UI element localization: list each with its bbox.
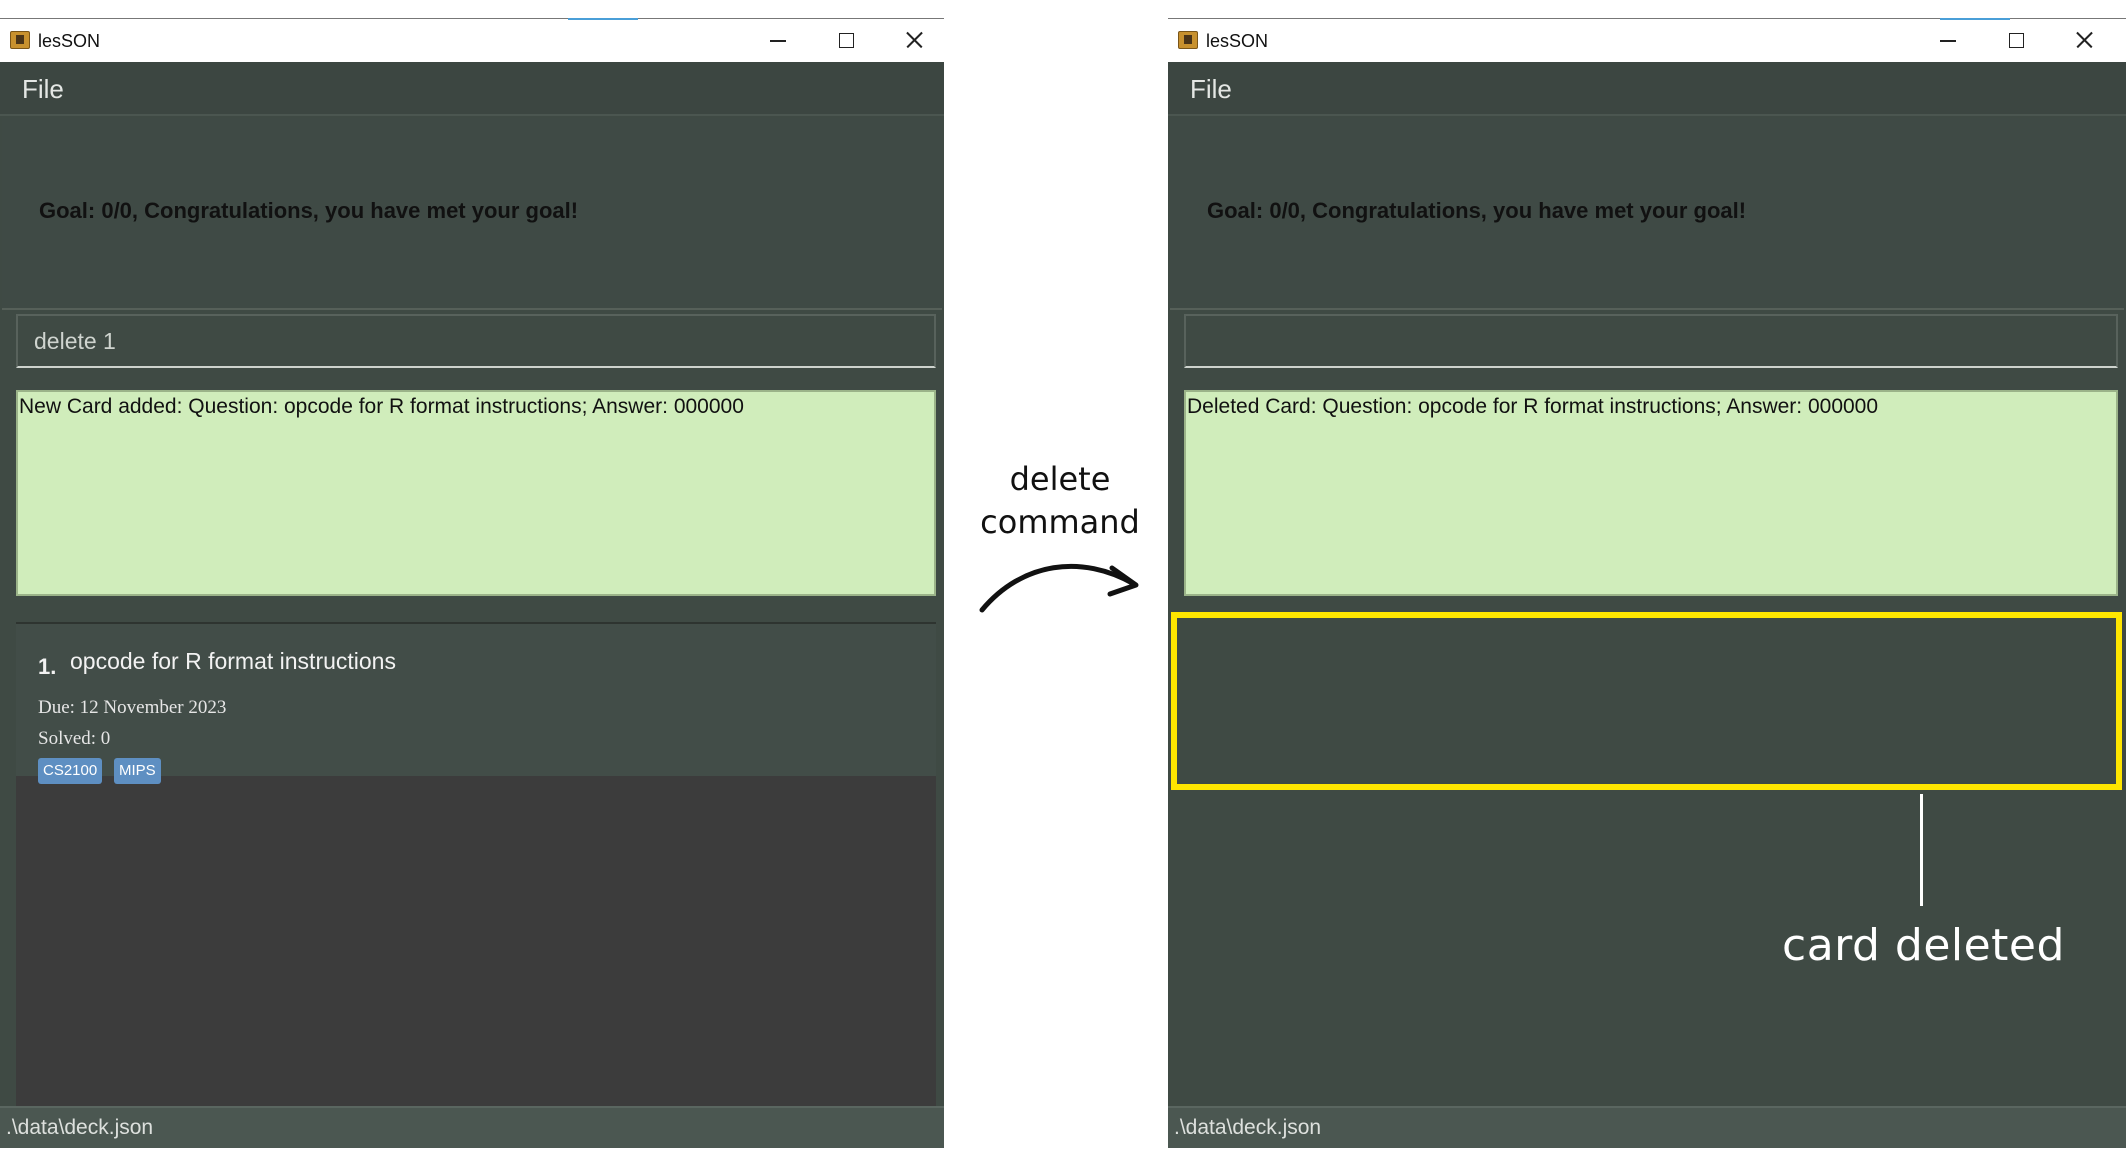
menu-file[interactable]: File — [22, 74, 64, 105]
command-box — [1184, 314, 2118, 368]
card-item[interactable]: 1. opcode for R format instructions Due:… — [16, 624, 936, 784]
command-label-line2: command — [980, 503, 1140, 541]
menu-bar: File — [1168, 62, 2126, 116]
command-label-line1: delete — [1009, 460, 1111, 498]
callout-line — [1920, 794, 1923, 906]
command-input[interactable] — [1186, 316, 2116, 366]
status-bar: .\data\deck.json — [0, 1106, 944, 1148]
left-app-window: lesSON File Goal: 0/0, Congratulations, … — [0, 18, 944, 1148]
minimize-icon[interactable] — [758, 25, 798, 55]
save-file-path: .\data\deck.json — [6, 1116, 154, 1139]
app-icon — [10, 31, 30, 49]
app-icon — [1178, 31, 1198, 49]
status-bar: .\data\deck.json — [1168, 1106, 2126, 1148]
window-title: lesSON — [38, 31, 101, 51]
card-solved-count: Solved: 0 — [38, 728, 111, 749]
right-arrow-icon — [979, 563, 1139, 613]
command-input[interactable] — [18, 316, 934, 366]
save-file-path: .\data\deck.json — [1174, 1116, 1322, 1139]
deleted-card-highlight — [1171, 612, 2122, 790]
goal-text: Goal: 0/0, Congratulations, you have met… — [39, 198, 579, 223]
goal-panel: Goal: 0/0, Congratulations, you have met… — [1170, 118, 2124, 310]
card-deleted-callout: card deleted — [1782, 920, 2065, 971]
title-accent — [1940, 18, 2010, 20]
tag-badge: CS2100 — [38, 758, 103, 784]
card-due-date: Due: 12 November 2023 — [38, 697, 227, 718]
goal-text: Goal: 0/0, Congratulations, you have met… — [1207, 198, 1747, 223]
command-box — [16, 314, 936, 368]
card-index: 1. — [38, 654, 57, 679]
title-accent — [568, 18, 638, 20]
menu-bar: File — [0, 62, 944, 116]
right-app-window: lesSON File Goal: 0/0, Congratulations, … — [1168, 18, 2126, 1148]
window-title: lesSON — [1206, 31, 1269, 51]
left-title-bar: lesSON — [0, 18, 944, 62]
card-question: opcode for R format instructions — [70, 648, 396, 674]
card-list[interactable]: 1. opcode for R format instructions Due:… — [16, 622, 936, 1106]
menu-file[interactable]: File — [1190, 74, 1232, 105]
close-icon[interactable] — [894, 25, 934, 55]
result-display: Deleted Card: Question: opcode for R for… — [1184, 390, 2118, 596]
tag-badge: MIPS — [114, 758, 161, 784]
command-annotation-label: delete command — [960, 458, 1160, 544]
result-display: New Card added: Question: opcode for R f… — [16, 390, 936, 596]
minimize-icon[interactable] — [1928, 25, 1968, 55]
close-icon[interactable] — [2064, 25, 2104, 55]
goal-panel: Goal: 0/0, Congratulations, you have met… — [2, 118, 942, 310]
maximize-icon[interactable] — [826, 25, 866, 55]
right-title-bar: lesSON — [1168, 18, 2126, 62]
maximize-icon[interactable] — [1996, 25, 2036, 55]
